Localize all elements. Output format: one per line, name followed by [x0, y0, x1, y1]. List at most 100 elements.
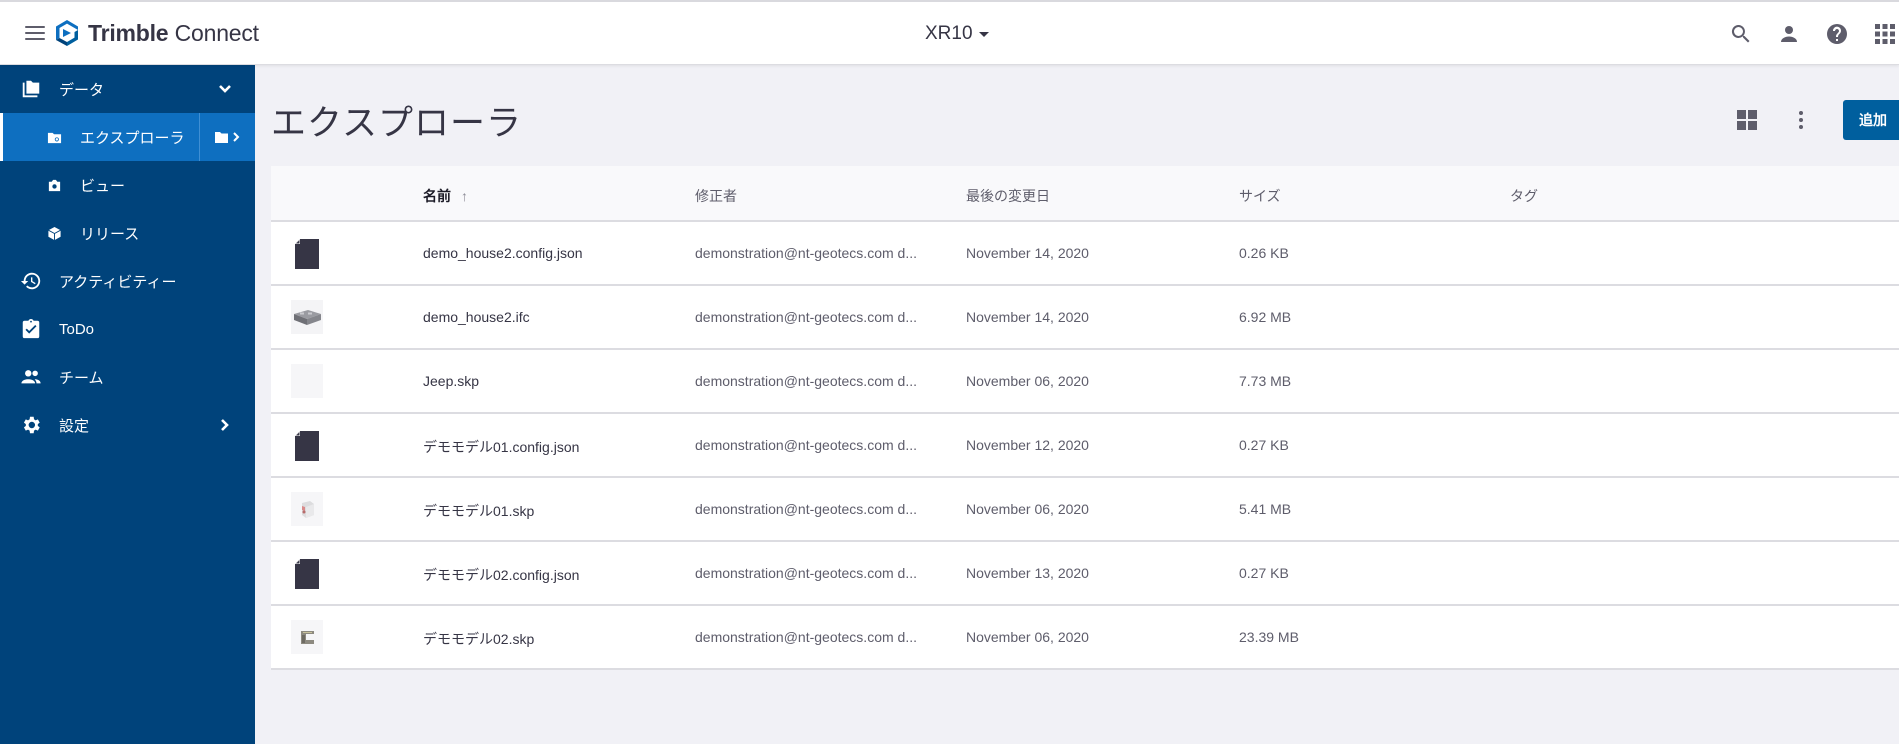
file-date: November 06, 2020: [966, 501, 1089, 517]
file-date: November 13, 2020: [966, 565, 1089, 581]
page-title: エクスプローラ: [271, 104, 522, 143]
table-row[interactable]: デモモデル02.config.json demonstration@nt-geo…: [271, 542, 1899, 606]
camera-icon: [48, 179, 60, 191]
sidebar-item-label: リリース: [80, 225, 140, 243]
folder-navigation-button[interactable]: [199, 113, 255, 161]
gear-icon: [23, 416, 40, 434]
folder-icon: [22, 80, 40, 98]
skp-model-thumbnail-icon: [291, 620, 323, 654]
column-header-size[interactable]: サイズ: [1239, 186, 1281, 206]
brand-product: Connect: [168, 19, 259, 46]
file-size: 0.26 KB: [1239, 245, 1289, 261]
table-row[interactable]: demo_house2.ifc demonstration@nt-geotecs…: [271, 286, 1899, 350]
file-name[interactable]: デモモデル01.skp: [423, 501, 534, 521]
project-selector[interactable]: XR10: [925, 23, 989, 45]
menu-icon[interactable]: [25, 26, 45, 42]
sidebar-item-views[interactable]: ビュー: [0, 161, 255, 209]
table-row[interactable]: デモモデル01.skp demonstration@nt-geotecs.com…: [271, 478, 1899, 542]
file-modified-by: demonstration@nt-geotecs.com d...: [695, 373, 917, 389]
sidebar-item-releases[interactable]: リリース: [0, 209, 255, 257]
file-table: 名前 ↑ 修正者 最後の変更日 サイズ タグ demo_house2.config…: [271, 166, 1899, 670]
table-row[interactable]: Jeep.skp demonstration@nt-geotecs.com d.…: [271, 350, 1899, 414]
sidebar-item-team[interactable]: チーム: [0, 353, 255, 401]
file-modified-by: demonstration@nt-geotecs.com d...: [695, 629, 917, 645]
group-icon: [21, 370, 41, 384]
sidebar-item-label: ToDo: [59, 320, 95, 338]
file-thumbnail: [291, 492, 323, 526]
file-date: November 14, 2020: [966, 309, 1089, 325]
table-header: 名前 ↑ 修正者 最後の変更日 サイズ タグ: [271, 166, 1899, 222]
help-icon: [1827, 24, 1847, 44]
search-button[interactable]: [1727, 20, 1755, 48]
file-date: November 12, 2020: [966, 437, 1089, 453]
file-size: 0.27 KB: [1239, 565, 1289, 581]
chevron-down-icon[interactable]: [217, 81, 233, 97]
column-header-tags[interactable]: タグ: [1510, 186, 1538, 206]
user-icon: [1781, 26, 1797, 42]
apps-button[interactable]: [1871, 20, 1899, 48]
file-size: 0.27 KB: [1239, 437, 1289, 453]
chevron-right-icon[interactable]: [217, 417, 233, 433]
file-name[interactable]: demo_house2.config.json: [423, 245, 583, 261]
more-options-button[interactable]: [1789, 108, 1813, 132]
file-name[interactable]: デモモデル02.config.json: [423, 565, 579, 585]
more-vertical-icon: [1799, 111, 1803, 129]
apps-grid-icon: [1875, 24, 1895, 44]
sidebar-item-data[interactable]: データ: [0, 65, 255, 113]
sidebar-item-label: エクスプローラ: [80, 129, 185, 147]
sidebar-item-settings[interactable]: 設定: [0, 401, 255, 449]
file-thumbnail: [291, 556, 323, 590]
sidebar-item-label: ビュー: [80, 177, 126, 195]
sidebar-item-activity[interactable]: アクティビティー: [0, 257, 255, 305]
table-row[interactable]: demo_house2.config.json demonstration@nt…: [271, 222, 1899, 286]
table-body: demo_house2.config.json demonstration@nt…: [271, 222, 1899, 670]
add-button[interactable]: 追加: [1843, 100, 1899, 140]
file-modified-by: demonstration@nt-geotecs.com d...: [695, 245, 917, 261]
file-name[interactable]: demo_house2.ifc: [423, 309, 530, 325]
file-date: November 06, 2020: [966, 373, 1089, 389]
column-header-modified-by[interactable]: 修正者: [695, 186, 737, 206]
search-icon: [1731, 25, 1750, 43]
file-size: 7.73 MB: [1239, 373, 1292, 389]
sidebar-item-label: アクティビティー: [59, 273, 177, 291]
history-icon: [20, 272, 41, 290]
file-modified-by: demonstration@nt-geotecs.com d...: [695, 565, 917, 581]
file-name[interactable]: デモモデル02.skp: [423, 629, 534, 649]
file-name[interactable]: デモモデル01.config.json: [423, 437, 579, 457]
file-thumbnail: [291, 364, 323, 398]
user-button[interactable]: [1775, 20, 1803, 48]
sidebar-item-todo[interactable]: ToDo: [0, 305, 255, 353]
file-size: 23.39 MB: [1239, 629, 1299, 645]
column-header-last-modified[interactable]: 最後の変更日: [966, 186, 1050, 206]
file-date: November 14, 2020: [966, 245, 1089, 261]
document-icon: [295, 239, 319, 269]
sidebar-item-label: 設定: [59, 417, 90, 435]
grid-view-button[interactable]: [1735, 108, 1759, 132]
file-name[interactable]: Jeep.skp: [423, 373, 479, 389]
package-icon: [47, 226, 61, 240]
top-bar: Trimble Connect XR10: [0, 0, 1899, 65]
document-icon: [295, 431, 319, 461]
help-button[interactable]: [1823, 20, 1851, 48]
table-row[interactable]: デモモデル02.skp demonstration@nt-geotecs.com…: [271, 606, 1899, 670]
file-modified-by: demonstration@nt-geotecs.com d...: [695, 501, 917, 517]
sidebar: データ エクスプローラ ビュー リリース アクティビティー ToDo チーム 設…: [0, 65, 255, 744]
project-name: XR10: [925, 23, 973, 44]
folder-chevron-right-icon: [214, 132, 239, 143]
file-thumbnail: [291, 428, 323, 462]
column-header-name[interactable]: 名前 ↑: [423, 186, 468, 206]
file-date: November 06, 2020: [966, 629, 1089, 645]
sort-ascending-icon: ↑: [461, 188, 468, 204]
file-thumbnail: [291, 300, 323, 334]
file-thumbnail: [291, 236, 323, 270]
trimble-connect-logo[interactable]: Trimble Connect: [54, 19, 259, 47]
clipboard-check-icon: [22, 318, 40, 339]
brand-name: Trimble: [88, 19, 169, 46]
ifc-model-thumbnail-icon: [291, 300, 323, 334]
blank-thumbnail-icon: [291, 364, 323, 398]
sidebar-item-explorer[interactable]: エクスプローラ: [0, 113, 255, 161]
table-row[interactable]: デモモデル01.config.json demonstration@nt-geo…: [271, 414, 1899, 478]
caret-down-icon: [978, 31, 989, 37]
file-thumbnail: [291, 620, 323, 654]
sidebar-item-label: チーム: [59, 369, 104, 387]
